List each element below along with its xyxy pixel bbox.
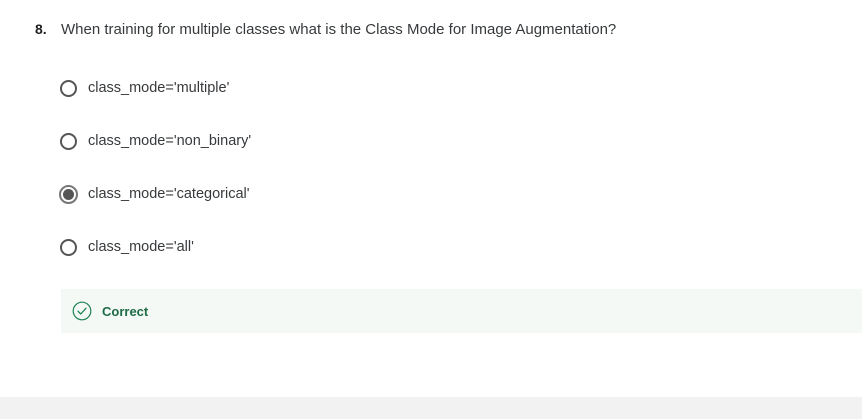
option-all[interactable]: class_mode='all'	[60, 236, 251, 258]
feedback-box: Correct	[61, 289, 862, 333]
option-label: class_mode='non_binary'	[88, 133, 252, 149]
bottom-divider	[0, 397, 862, 419]
feedback-label: Correct	[102, 303, 149, 319]
option-non-binary[interactable]: class_mode='non_binary'	[60, 130, 251, 152]
radio-button[interactable]	[60, 238, 77, 256]
question-header: 8. When training for multiple classes wh…	[35, 21, 616, 38]
option-multiple[interactable]: class_mode='multiple'	[60, 77, 251, 99]
question-number: 8.	[35, 21, 47, 37]
radio-button-selected[interactable]	[59, 184, 78, 204]
option-label: class_mode='all'	[88, 239, 194, 255]
option-label: class_mode='multiple'	[88, 80, 230, 96]
option-label: class_mode='categorical'	[88, 186, 250, 202]
check-circle-icon	[72, 301, 92, 321]
option-categorical[interactable]: class_mode='categorical'	[59, 183, 251, 205]
question-text: When training for multiple classes what …	[61, 21, 617, 38]
radio-button[interactable]	[60, 132, 77, 150]
answer-options: class_mode='multiple' class_mode='non_bi…	[59, 77, 251, 289]
quiz-page: 8. When training for multiple classes wh…	[0, 0, 862, 419]
radio-button[interactable]	[60, 79, 77, 97]
